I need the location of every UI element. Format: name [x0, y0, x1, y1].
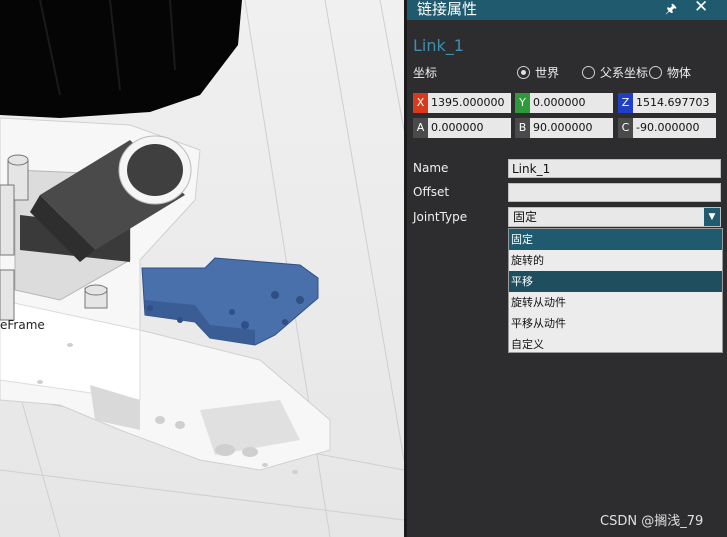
coord-x-tag: X	[413, 93, 428, 113]
jointtype-option-revolute-follower[interactable]: 旋转从动件	[509, 292, 722, 313]
coord-a-value[interactable]: 0.000000	[428, 118, 511, 138]
coord-y-value[interactable]: 0.000000	[530, 93, 613, 113]
radio-world[interactable]: 世界	[517, 64, 559, 80]
panel-titlebar: 链接属性 🖈︎ ✕	[407, 0, 727, 20]
pin-icon[interactable]: 🖈︎	[665, 0, 677, 22]
coord-b-tag: B	[515, 118, 530, 138]
coord-a[interactable]: A 0.000000	[413, 118, 511, 138]
offset-label: Offset	[413, 185, 450, 199]
radio-object-label: 物体	[667, 65, 692, 80]
coord-b-value[interactable]: 90.000000	[530, 118, 613, 138]
coord-z-tag: Z	[618, 93, 633, 113]
jointtype-dropdown-list: 固定 旋转的 平移 旋转从动件 平移从动件 自定义	[508, 228, 723, 353]
coord-c-value[interactable]: -90.000000	[633, 118, 716, 138]
3d-viewport[interactable]: eFrame	[0, 0, 404, 537]
panel-title: 链接属性	[417, 0, 478, 18]
coord-z-value[interactable]: 1514.697703	[633, 93, 716, 113]
jointtype-label: JointType	[413, 210, 468, 224]
close-icon[interactable]: ✕	[694, 0, 708, 17]
jointtype-selected-value: 固定	[513, 210, 538, 224]
watermark-text: CSDN @搁浅_79	[600, 514, 704, 529]
scene-graphic	[0, 0, 404, 537]
offset-input[interactable]	[508, 183, 721, 202]
jointtype-option-prismatic-follower[interactable]: 平移从动件	[509, 313, 722, 334]
frame-label: eFrame	[0, 318, 45, 332]
coord-y[interactable]: Y 0.000000	[515, 93, 613, 113]
radio-unchecked-icon	[649, 65, 662, 79]
name-label: Name	[413, 161, 449, 175]
jointtype-option-revolute[interactable]: 旋转的	[509, 250, 722, 271]
jointtype-option-prismatic[interactable]: 平移	[509, 271, 722, 292]
coord-y-tag: Y	[515, 93, 530, 113]
jointtype-select[interactable]: 固定 ▼	[508, 207, 721, 227]
coord-c-tag: C	[618, 118, 633, 138]
radio-parent-label: 父系坐标	[600, 65, 649, 80]
link-properties-panel: 链接属性 🖈︎ ✕ Link_1 坐标 世界 父系坐标 物体 X 1395.00…	[407, 0, 727, 537]
name-input[interactable]: Link_1	[508, 159, 721, 178]
radio-parent[interactable]: 父系坐标	[582, 64, 650, 80]
radio-world-label: 世界	[535, 65, 560, 80]
link-name-heading: Link_1	[413, 36, 464, 55]
jointtype-option-custom[interactable]: 自定义	[509, 334, 722, 355]
coord-c[interactable]: C -90.000000	[618, 118, 716, 138]
radio-checked-icon	[517, 65, 530, 79]
chevron-down-icon[interactable]: ▼	[704, 208, 720, 226]
coordinate-label: 坐标	[413, 66, 438, 80]
coord-z[interactable]: Z 1514.697703	[618, 93, 716, 113]
coord-b[interactable]: B 90.000000	[515, 118, 613, 138]
radio-unchecked-icon	[582, 65, 595, 79]
jointtype-option-fixed[interactable]: 固定	[509, 229, 722, 250]
coord-a-tag: A	[413, 118, 428, 138]
coord-x-value[interactable]: 1395.000000	[428, 93, 511, 113]
coord-x[interactable]: X 1395.000000	[413, 93, 511, 113]
radio-object[interactable]: 物体	[649, 64, 691, 80]
